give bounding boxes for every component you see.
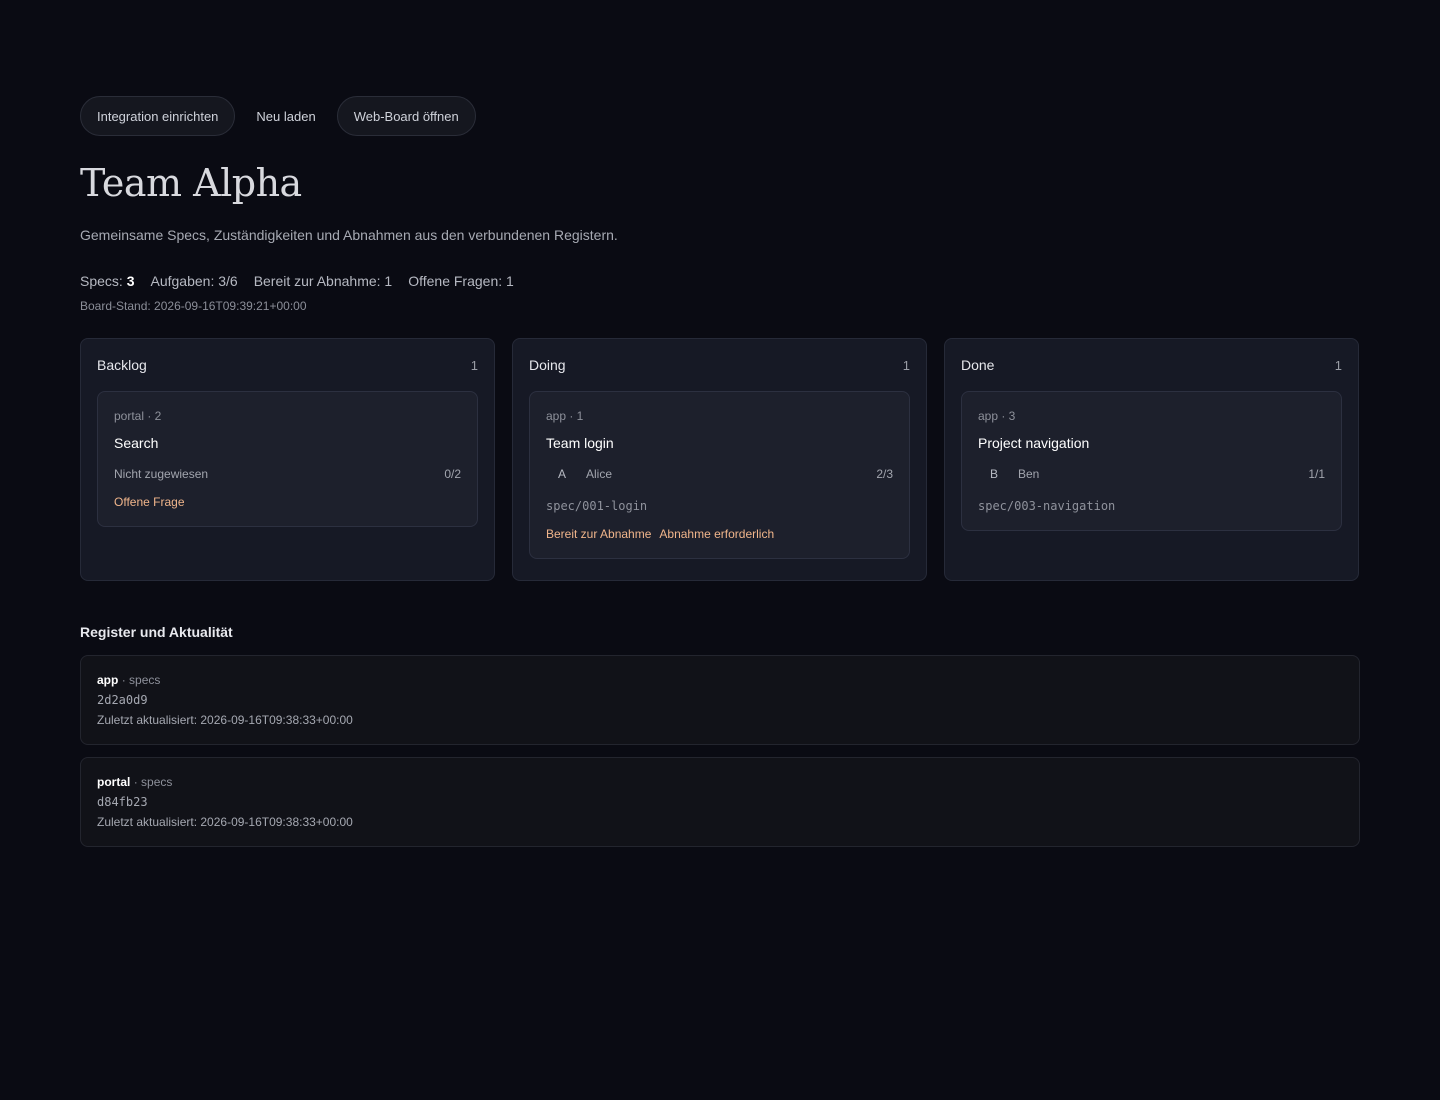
column-title: Backlog [97,357,147,373]
card-tags: Offene Frage [114,494,461,510]
register-kind: · specs [133,775,173,789]
card-assignment-row: A Alice 2/3 [546,466,893,482]
board-stand: Board-Stand: 2026-09-16T09:39:21+00:00 [80,299,307,313]
card-meta: app · 3 [978,409,1016,423]
column-count: 1 [1334,357,1342,373]
column-count: 1 [470,357,478,373]
card-progress: 1/1 [1308,467,1325,481]
card-assignment-row: Nicht zugewiesen 0/2 [114,466,461,482]
stat-ready: Bereit zur Abnahme: 1 [253,273,393,289]
column-doing: Doing 1 app · 1 Team login A Alice 2/3 s… [512,338,927,581]
card-assignee: Alice [586,467,613,481]
register-item-portal: portal · specs d84fb23 Zuletzt aktualisi… [80,757,1360,847]
register-name: app [97,673,119,687]
spec-card-search[interactable]: portal · 2 Search Nicht zugewiesen 0/2 O… [97,391,478,527]
register-updated: Zuletzt aktualisiert: 2026-09-16T09:38:3… [97,713,353,727]
page-subtitle: Gemeinsame Specs, Zuständigkeiten und Ab… [80,227,618,243]
page: Integration einrichten Neu laden Web-Boa… [0,0,1440,1100]
card-tags: Bereit zur Abnahme Abnahme erforderlich [546,526,893,542]
card-assignee: Ben [1018,467,1040,481]
column-header: Doing 1 [529,357,910,373]
stat-tasks: Aufgaben: 3/6 [150,273,238,289]
card-title: Team login [546,435,614,451]
card-assignment-row: B Ben 1/1 [978,466,1325,482]
column-title: Done [961,357,995,373]
spec-card-team-login[interactable]: app · 1 Team login A Alice 2/3 spec/001-… [529,391,910,559]
column-count: 1 [902,357,910,373]
avatar: B [989,467,998,481]
stat-questions: Offene Fragen: 1 [408,273,514,289]
card-meta: app · 1 [546,409,584,423]
register-name: portal [97,775,131,789]
registers-title: Register und Aktualität [80,624,233,640]
column-header: Backlog 1 [97,357,478,373]
stat-specs: Specs: 3 [80,272,135,290]
card-progress: 2/3 [876,467,893,481]
column-backlog: Backlog 1 portal · 2 Search Nicht zugewi… [80,338,495,581]
register-head: portal · specs [97,774,1343,790]
register-head: app · specs [97,672,1343,688]
open-web-board-button[interactable]: Web-Board öffnen [336,96,476,136]
card-assignee: Nicht zugewiesen [114,467,209,481]
card-branch: spec/003-navigation [978,499,1116,513]
register-updated: Zuletzt aktualisiert: 2026-09-16T09:38:3… [97,815,353,829]
card-person: A Alice [546,466,612,482]
avatar: A [557,467,566,481]
tag-acceptance-required: Abnahme erforderlich [659,527,775,541]
board-columns: Backlog 1 portal · 2 Search Nicht zugewi… [80,338,1360,581]
card-person: B Ben [978,466,1039,482]
stat-specs-label: Specs: [80,273,123,289]
register-item-app: app · specs 2d2a0d9 Zuletzt aktualisiert… [80,655,1360,745]
card-meta: portal · 2 [114,409,162,423]
stat-specs-value: 3 [126,273,135,289]
column-title: Doing [529,357,566,373]
column-done: Done 1 app · 3 Project navigation B Ben … [944,338,1359,581]
card-branch: spec/001-login [546,499,648,513]
tag-open-question: Offene Frage [114,495,185,509]
register-hash: d84fb23 [97,795,148,809]
card-title: Search [114,435,159,451]
setup-integration-button[interactable]: Integration einrichten [80,96,236,136]
tag-ready-for-acceptance: Bereit zur Abnahme [546,527,652,541]
card-progress: 0/2 [444,467,461,481]
toolbar: Integration einrichten Neu laden Web-Boa… [80,96,1360,136]
card-title: Project navigation [978,435,1090,451]
register-kind: · specs [121,673,161,687]
stats-row: Specs: 3 Aufgaben: 3/6 Bereit zur Abnahm… [80,272,1360,290]
page-title: Team Alpha [80,161,302,205]
reload-button[interactable]: Neu laden [243,96,328,136]
spec-card-project-navigation[interactable]: app · 3 Project navigation B Ben 1/1 spe… [961,391,1342,531]
column-header: Done 1 [961,357,1342,373]
register-hash: 2d2a0d9 [97,693,148,707]
